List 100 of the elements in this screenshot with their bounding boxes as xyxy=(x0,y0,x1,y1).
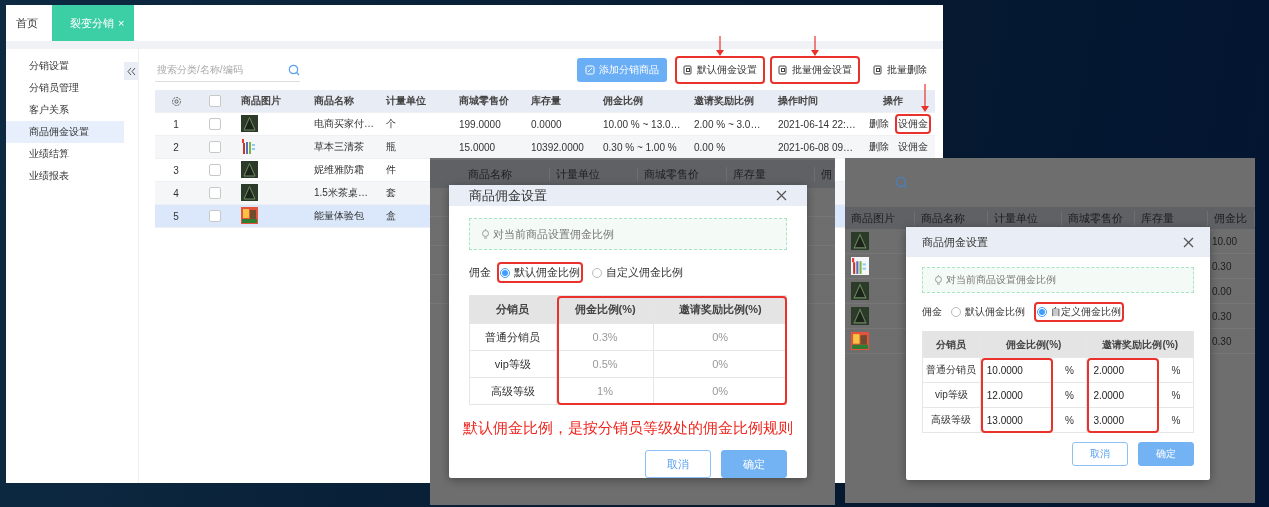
table-cell-text: 0.00 % xyxy=(693,141,727,153)
table-cell-text: 15.0000 xyxy=(458,141,497,153)
input-field[interactable]: 10.0000 xyxy=(980,364,1053,376)
column-header: 操作 xyxy=(882,94,904,108)
dialog-title: 商品佣金设置 xyxy=(922,234,988,250)
product-thumbnail xyxy=(241,183,258,201)
column-header: 佣金比 xyxy=(1208,210,1255,226)
radio-button[interactable] xyxy=(592,267,602,278)
column-header: 分销员 xyxy=(923,332,981,358)
row-number: 1 xyxy=(172,118,180,130)
checkbox[interactable] xyxy=(209,95,221,107)
input-field[interactable]: 2.0000 xyxy=(1087,364,1160,376)
column-header: 邀请奖励比例(%) xyxy=(1087,332,1194,358)
tip-text: 对当前商品设置佣金比例 xyxy=(946,273,1056,287)
unit-label: % xyxy=(1159,408,1194,433)
table-cell-text: 2021-06-14 22:… xyxy=(777,118,857,130)
sidebar-item[interactable]: 分销员管理 xyxy=(6,77,124,99)
table-cell-text: 瓶 xyxy=(385,140,397,154)
table-cell-text: 0.00 xyxy=(1211,285,1233,297)
radio-option[interactable]: 自定义佣金比例 xyxy=(1037,305,1121,319)
sidebar-item[interactable]: 分销设置 xyxy=(6,55,124,77)
unit-label: % xyxy=(1052,408,1088,433)
column-header: 计量单位 xyxy=(988,210,1062,226)
checkbox[interactable] xyxy=(209,187,221,199)
table-cell-text: 妮维雅防霜 xyxy=(313,163,365,177)
product-thumbnail xyxy=(241,206,258,224)
column-header: 佣 xyxy=(815,166,835,182)
row-number: 2 xyxy=(172,141,180,153)
input-field[interactable]: 13.0000 xyxy=(980,414,1053,426)
sidebar-item[interactable]: 商品佣金设置 xyxy=(6,121,124,143)
column-header: 库存量 xyxy=(727,166,815,182)
table-cell: vip等级 xyxy=(470,351,557,378)
column-header: 计量单位 xyxy=(385,94,427,108)
row-number: 4 xyxy=(172,187,180,199)
tab[interactable]: 首页 xyxy=(6,5,48,41)
sidebar-item[interactable]: 业绩报表 xyxy=(6,165,124,187)
field-label: 佣金 xyxy=(469,265,491,280)
radio-button[interactable] xyxy=(951,307,961,317)
column-header: 商品图片 xyxy=(845,210,915,226)
product-thumbnail xyxy=(851,332,869,350)
column-header: 计量单位 xyxy=(550,166,638,182)
input-field[interactable]: 12.0000 xyxy=(980,389,1053,401)
column-header: 商品名称 xyxy=(462,166,550,182)
checkbox[interactable] xyxy=(209,141,221,153)
action-link[interactable]: 删除 xyxy=(869,140,889,154)
document-icon xyxy=(873,65,883,75)
unit-label: % xyxy=(1052,383,1088,408)
table-cell-text: 0.30 % ~ 1.00 % xyxy=(602,141,678,153)
input-field[interactable]: 3.0000 xyxy=(1087,414,1160,426)
table-cell-text: 2021-06-08 09… xyxy=(777,141,855,153)
close-icon[interactable] xyxy=(776,190,787,201)
checkbox[interactable] xyxy=(209,118,221,130)
radio-option[interactable]: 默认佣金比例 xyxy=(951,305,1025,319)
lightbulb-icon xyxy=(480,228,491,240)
annotation-text: 默认佣金比例，是按分销员等级处的佣金比例规则 xyxy=(462,419,794,438)
table-cell: 普通分销员 xyxy=(470,324,557,351)
table-cell-text: 0.30 xyxy=(1211,335,1233,347)
dialog-title: 商品佣金设置 xyxy=(469,186,547,205)
radio-option[interactable]: 自定义佣金比例 xyxy=(592,265,683,280)
column-header: 佣金比例(%) xyxy=(980,332,1088,358)
row-number: 5 xyxy=(172,210,180,222)
column-header: 商城零售价 xyxy=(638,166,727,182)
product-thumbnail xyxy=(241,160,258,178)
radio-option[interactable]: 默认佣金比例 xyxy=(500,265,580,280)
field-label: 佣金 xyxy=(922,305,942,319)
checkbox[interactable] xyxy=(209,210,221,222)
table-cell: 普通分销员 xyxy=(923,358,981,383)
column-header: 商品图片 xyxy=(240,94,282,108)
radio-button[interactable] xyxy=(500,267,510,278)
search-field[interactable]: 搜索分类/名称/编码 xyxy=(155,63,288,76)
toolbar-button[interactable]: 默认佣金设置 xyxy=(678,59,762,81)
annotation-arrow xyxy=(921,84,929,112)
sidebar-item[interactable]: 业绩结算 xyxy=(6,143,124,165)
table-cell: 高级等级 xyxy=(923,408,981,433)
checkbox[interactable] xyxy=(209,164,221,176)
row-number: 3 xyxy=(172,164,180,176)
toolbar-button[interactable]: 批量删除 xyxy=(868,59,932,81)
table-cell-text: 电商买家付… xyxy=(313,117,375,131)
table-cell: vip等级 xyxy=(923,383,981,408)
tip-text: 对当前商品设置佣金比例 xyxy=(493,226,614,242)
collapse-button[interactable] xyxy=(124,62,138,80)
close-icon[interactable] xyxy=(1183,236,1194,248)
action-link[interactable]: 设佣金 xyxy=(898,117,928,131)
column-header: 佣金比例 xyxy=(602,94,644,108)
product-thumbnail xyxy=(241,137,258,155)
table-row[interactable]: 2 草本三清茶 瓶 15.0000 10392.0000 0.30 % ~ 1.00 % 0.00 % 2021-06-08 09… 删除 设佣金 xyxy=(155,136,935,159)
table-cell-text: 199.0000 xyxy=(458,118,502,130)
action-link[interactable]: 删除 xyxy=(869,117,889,131)
radio-button[interactable] xyxy=(1037,307,1047,317)
sidebar-item[interactable]: 客户关系 xyxy=(6,99,124,121)
column-header: 分销员 xyxy=(470,296,557,324)
input-field[interactable]: 2.0000 xyxy=(1087,389,1160,401)
edit-icon xyxy=(585,65,595,75)
action-link[interactable]: 设佣金 xyxy=(898,140,928,154)
table-cell: 高级等级 xyxy=(470,378,557,405)
unit-label: % xyxy=(1159,383,1194,408)
toolbar-button[interactable]: 批量佣金设置 xyxy=(773,59,857,81)
column-header: 商城零售价 xyxy=(1062,210,1135,226)
settings-icon[interactable] xyxy=(170,95,182,107)
table-cell-text: 盒 xyxy=(385,209,397,223)
